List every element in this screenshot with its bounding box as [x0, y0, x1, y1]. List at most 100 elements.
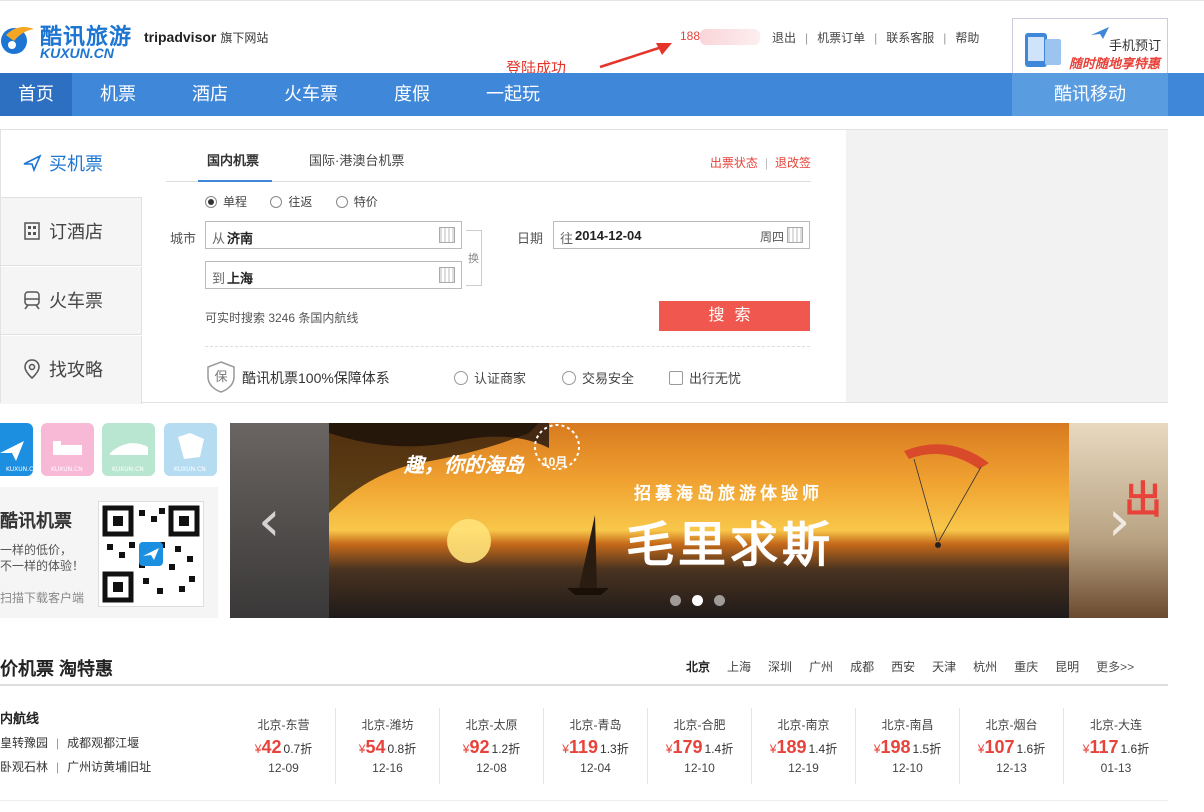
side-tab-trains[interactable]: 火车票: [1, 267, 142, 335]
fare-card[interactable]: 北京-青岛 ¥119 1.3折 12-04: [544, 708, 648, 784]
search-button[interactable]: 搜索: [659, 301, 810, 331]
tripadvisor-suffix: 旗下网站: [220, 31, 269, 45]
feature-label: 出行无忧: [689, 371, 742, 386]
from-city-field[interactable]: 从 济南: [205, 221, 462, 249]
route-link[interactable]: 皇转豫园: [0, 736, 48, 750]
more-cities-link[interactable]: 更多>>: [1096, 660, 1134, 674]
tab-domestic[interactable]: 国内机票: [207, 150, 259, 169]
logo-mark-icon: [1, 27, 34, 54]
banner-main-slide[interactable]: 趣，你的海岛 10月 招募海岛旅游体验师 毛里求斯: [329, 423, 1069, 618]
app-icon-hotels[interactable]: KUXUN.CN: [41, 423, 94, 476]
fare-card[interactable]: 北京-东营 ¥42 0.7折 12-09: [232, 708, 336, 784]
support-link[interactable]: 联系客服: [886, 31, 934, 45]
city-filter-item[interactable]: 广州: [809, 660, 833, 674]
price-value: 189: [776, 737, 807, 757]
route-link[interactable]: 成都观都江堰: [67, 736, 139, 750]
plane-icon: [1091, 27, 1109, 39]
price-value: 42: [261, 737, 282, 757]
fare-price: ¥117 1.6折: [1064, 737, 1168, 758]
fare-route: 北京-南昌: [881, 718, 934, 732]
kuxun-logo[interactable]: 酷讯旅游 KUXUN.CN: [0, 15, 140, 61]
refund-link[interactable]: 退改签: [775, 156, 811, 170]
banner-dot-active[interactable]: [692, 595, 703, 606]
calendar-icon[interactable]: [787, 227, 803, 243]
to-city-field[interactable]: 到 上海: [205, 261, 462, 289]
side-tab-flights[interactable]: 买机票: [1, 130, 142, 198]
logout-link[interactable]: 退出: [772, 31, 796, 45]
city-filter-item[interactable]: 北京: [686, 660, 710, 674]
app-icon-flights[interactable]: KUXUN.CN: [0, 423, 38, 476]
radio-circle[interactable]: [270, 196, 283, 208]
city-picker-icon[interactable]: [439, 267, 455, 283]
annotation-arrow-icon: [599, 43, 672, 69]
city-picker-icon[interactable]: [439, 227, 455, 243]
radio-special[interactable]: 特价: [335, 193, 378, 210]
fare-route: 北京-青岛: [569, 718, 622, 732]
price-value: 107: [984, 737, 1015, 757]
banner-next-arrow-icon[interactable]: ›: [1108, 489, 1130, 554]
radio-oneway[interactable]: 单程: [205, 193, 247, 210]
fare-route: 北京-南京: [777, 718, 830, 732]
fare-date: 12-13: [996, 761, 1027, 775]
currency-symbol: ¥: [562, 742, 569, 756]
tab-international[interactable]: 国际·港澳台机票: [309, 150, 404, 169]
city-filter-item[interactable]: 杭州: [973, 660, 997, 674]
nav-home[interactable]: 首页: [0, 73, 72, 116]
city-filter-item[interactable]: 成都: [850, 660, 874, 674]
route-link[interactable]: 广州访黄埔旧址: [67, 760, 151, 774]
side-tab-hotels[interactable]: 订酒店: [1, 198, 142, 266]
separator: |: [943, 31, 947, 45]
orders-link[interactable]: 机票订单: [817, 31, 865, 45]
promo-banner[interactable]: 趣，你的海岛 10月 招募海岛旅游体验师 毛里求斯 出 ‹ ›: [230, 423, 1168, 618]
banner-dot[interactable]: [670, 595, 681, 606]
swap-cities-button[interactable]: 换: [466, 230, 482, 286]
fare-card[interactable]: 北京-烟台 ¥107 1.6折 12-13: [960, 708, 1064, 784]
mobile-promo-title: 手机预订: [1109, 38, 1162, 53]
fare-card[interactable]: 北京-南京 ¥189 1.4折 12-19: [752, 708, 856, 784]
city-filter-item[interactable]: 上海: [727, 660, 751, 674]
fare-card[interactable]: 北京-潍坊 ¥54 0.8折 12-16: [336, 708, 440, 784]
nav-trains[interactable]: 火车票: [272, 73, 350, 116]
plane-icon: KUXUN.CN: [0, 441, 38, 473]
city-filter-item[interactable]: 重庆: [1014, 660, 1038, 674]
banner-prev-arrow-icon[interactable]: ‹: [258, 489, 280, 554]
app-icon-label: KUXUN.CN: [6, 466, 33, 473]
nav-mobile[interactable]: 酷讯移动: [1012, 73, 1168, 116]
fare-card[interactable]: 北京-合肥 ¥179 1.4折 12-10: [648, 708, 752, 784]
fare-card[interactable]: 北京-大连 ¥117 1.6折 01-13: [1064, 708, 1168, 784]
to-prefix: 到: [212, 271, 226, 286]
app-icon-guides[interactable]: KUXUN.CN: [164, 423, 217, 476]
nav-vacation[interactable]: 度假: [376, 73, 448, 116]
help-link[interactable]: 帮助: [955, 31, 979, 45]
banner-pagination: [670, 595, 736, 609]
feature-worry-free: 出行无忧: [669, 368, 741, 387]
fare-card[interactable]: 北京-太原 ¥92 1.2折 12-08: [440, 708, 544, 784]
city-filter-item[interactable]: 昆明: [1055, 660, 1079, 674]
nav-hotels[interactable]: 酒店: [174, 73, 246, 116]
city-filter-item[interactable]: 深圳: [768, 660, 792, 674]
fare-card[interactable]: 北京-南昌 ¥198 1.5折 12-10: [856, 708, 960, 784]
user-phone[interactable]: 188: [680, 29, 700, 43]
app-icon-trains[interactable]: KUXUN.CN: [102, 423, 155, 476]
radio-roundtrip[interactable]: 往返: [270, 193, 312, 210]
price-value: 54: [365, 737, 386, 757]
city-filter-item[interactable]: 天津: [932, 660, 956, 674]
discount: 1.6折: [1016, 742, 1046, 756]
side-tab-label: 订酒店: [49, 222, 103, 242]
discount: 1.4折: [704, 742, 734, 756]
nav-flights[interactable]: 机票: [82, 73, 154, 116]
ticket-status-link[interactable]: 出票状态: [710, 156, 758, 170]
radio-circle[interactable]: [335, 196, 348, 208]
banner-dot[interactable]: [714, 595, 725, 606]
fare-route: 北京-烟台: [985, 718, 1038, 732]
app-download-promo: 酷讯机票 一样的低价， 不一样的体验！ 扫描下载客户端: [0, 487, 218, 618]
active-tab-underline: [198, 180, 272, 182]
banner-title: 毛里求斯: [626, 519, 835, 572]
date-field[interactable]: 往 2014-12-04 周四: [553, 221, 810, 249]
side-tab-guides[interactable]: 找攻略: [1, 336, 142, 404]
nav-together[interactable]: 一起玩: [476, 73, 550, 116]
mobile-booking-promo[interactable]: 手机预订 随时随地享特惠: [1012, 18, 1168, 74]
route-link[interactable]: 卧观石林: [0, 760, 48, 774]
radio-circle[interactable]: [205, 196, 217, 208]
city-filter-item[interactable]: 西安: [891, 660, 915, 674]
